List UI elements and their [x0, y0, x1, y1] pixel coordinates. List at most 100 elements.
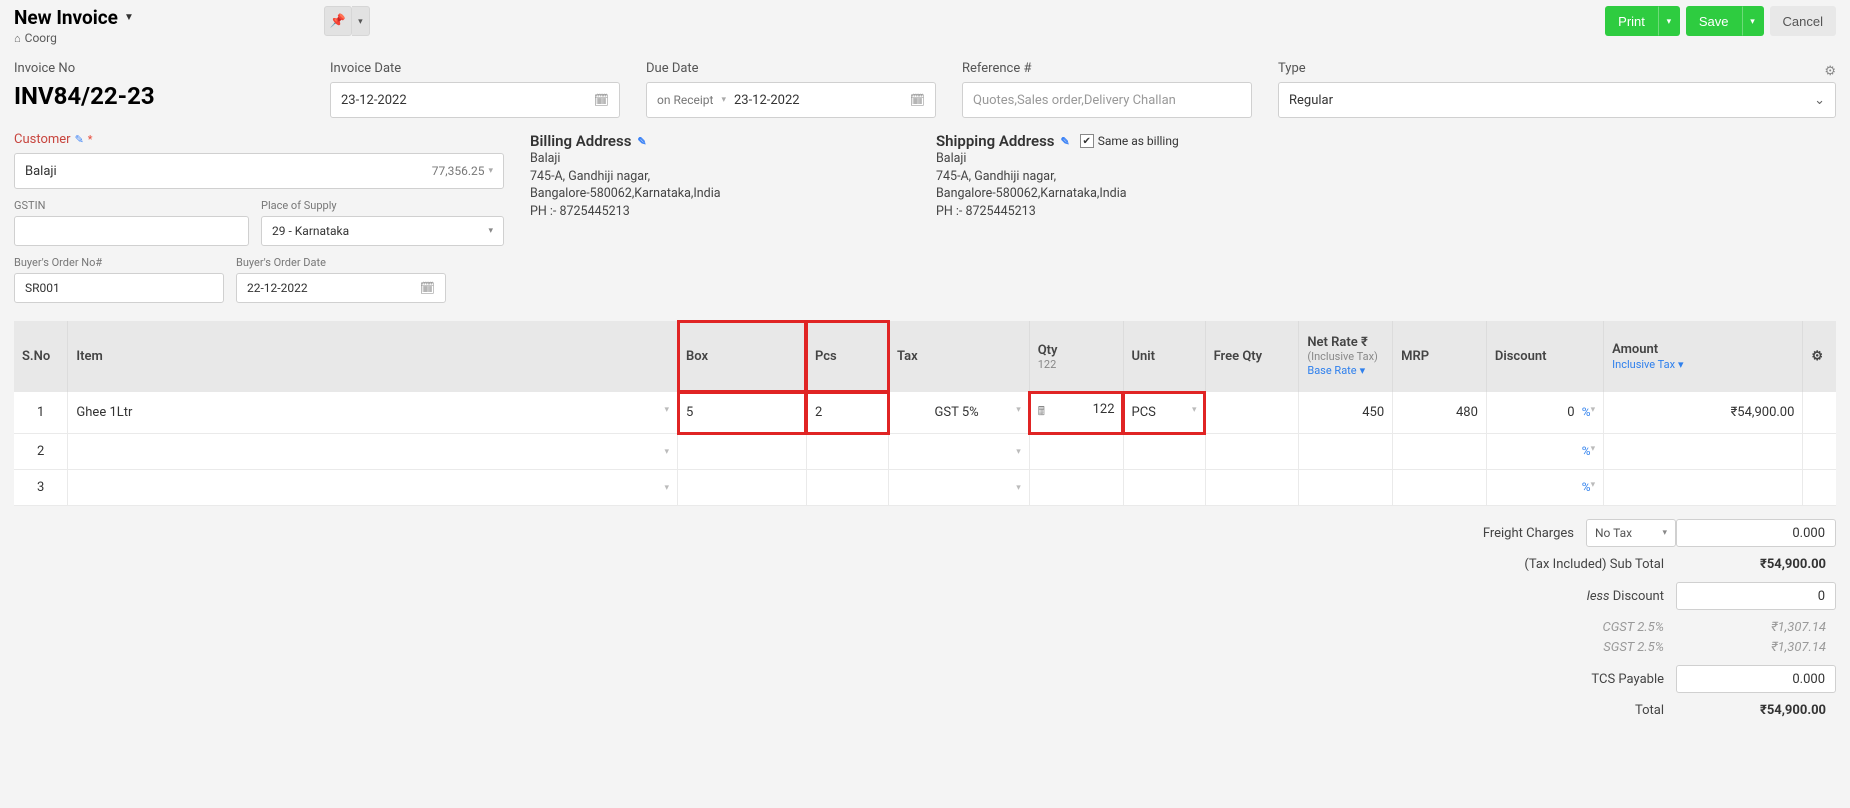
customer-input[interactable]: Balaji 77,356.25 ▾ [14, 153, 504, 189]
cell-box[interactable] [678, 470, 807, 506]
freight-tax-select[interactable]: No Tax ▾ [1586, 519, 1676, 547]
calculator-icon: 🖩 [1038, 402, 1045, 423]
chevron-down-icon: ▾ [1360, 364, 1366, 377]
cell-qty[interactable] [1029, 434, 1123, 470]
shipping-name: Balaji [936, 150, 1336, 168]
amount-mode-link[interactable]: Inclusive Tax ▾ [1612, 358, 1683, 371]
col-box: Box [678, 321, 807, 392]
buyer-order-date-value: 22-12-2022 [247, 281, 308, 295]
base-rate-link[interactable]: Base Rate ▾ [1307, 364, 1365, 377]
location-text: Coorg [25, 31, 57, 45]
cell-discount[interactable]: 0 % ▾ [1486, 392, 1603, 434]
table-row: 3 ▾ ▾ % ▾ [14, 470, 1836, 506]
title-dropdown-icon[interactable]: ▼ [124, 12, 134, 23]
chevron-down-icon: ▾ [1016, 405, 1021, 415]
cell-item[interactable]: ▾ [68, 434, 678, 470]
cell-discount[interactable]: % ▾ [1486, 434, 1603, 470]
cell-netrate[interactable]: 450 [1299, 392, 1393, 434]
cell-unit[interactable] [1123, 434, 1205, 470]
shipping-phone: PH :- 8725445213 [936, 203, 1336, 221]
cell-sno: 1 [14, 392, 68, 434]
same-as-billing-checkbox[interactable]: ✔ [1080, 134, 1094, 148]
cell-amount [1604, 434, 1803, 470]
cell-item[interactable]: Ghee 1Ltr ▾ [68, 392, 678, 434]
gstin-input[interactable] [14, 216, 249, 246]
chevron-down-icon: ▾ [1678, 358, 1684, 371]
cell-unit[interactable] [1123, 470, 1205, 506]
cell-mrp[interactable]: 480 [1393, 392, 1487, 434]
pin-button[interactable]: 📌 [324, 6, 352, 36]
cell-actions [1803, 434, 1836, 470]
cell-pcs[interactable]: 2 [806, 392, 888, 434]
shipping-line1: 745-A, Gandhiji nagar, [936, 168, 1336, 186]
print-button[interactable]: Print [1605, 6, 1658, 36]
gstin-label: GSTIN [14, 199, 249, 212]
discount-label: less Discount [1386, 589, 1676, 604]
cell-unit[interactable]: PCS ▾ [1123, 392, 1205, 434]
type-value: Regular [1289, 93, 1333, 108]
shipping-line2: Bangalore-580062,Karnataka,India [936, 185, 1336, 203]
billing-phone: PH :- 8725445213 [530, 203, 910, 221]
chevron-down-icon: ▾ [721, 95, 726, 105]
col-discount: Discount [1486, 321, 1603, 392]
subtotal-value: ₹54,900.00 [1676, 557, 1836, 572]
cell-pcs[interactable] [806, 470, 888, 506]
cell-freeqty[interactable] [1205, 392, 1299, 434]
cell-tax[interactable]: GST 5% ▾ [889, 392, 1030, 434]
pos-select[interactable]: 29 - Karnataka ▾ [261, 216, 504, 246]
type-select[interactable]: Regular ⌄ [1278, 82, 1836, 118]
cell-tax[interactable]: ▾ [889, 470, 1030, 506]
discount-value-input[interactable]: 0 [1676, 582, 1836, 610]
cell-freeqty[interactable] [1205, 434, 1299, 470]
cell-netrate[interactable] [1299, 434, 1393, 470]
pencil-icon[interactable]: ✎ [75, 133, 84, 146]
billing-address-title: Billing Address ✎ [530, 132, 910, 150]
pin-dropdown-button[interactable]: ▾ [352, 6, 370, 36]
col-pcs: Pcs [806, 321, 888, 392]
cell-discount[interactable]: % ▾ [1486, 470, 1603, 506]
cell-sno: 2 [14, 434, 68, 470]
cell-tax[interactable]: ▾ [889, 434, 1030, 470]
shipping-address-title: Shipping Address ✎ [936, 132, 1070, 150]
page-header: New Invoice ▼ ⌂ Coorg 📌 ▾ Print ▾ Save ▾… [0, 0, 1850, 47]
freight-value-input[interactable]: 0.000 [1676, 519, 1836, 547]
buyer-order-date-input[interactable]: 22-12-2022 🗓 [236, 273, 446, 303]
cell-box[interactable]: 5 [678, 392, 807, 434]
invoice-date-input[interactable]: 23-12-2022 🗓 [330, 82, 620, 118]
invoice-form: Invoice No INV84/22-23 Invoice Date 23-1… [0, 47, 1850, 311]
cell-item[interactable]: ▾ [68, 470, 678, 506]
cancel-button[interactable]: Cancel [1770, 6, 1836, 36]
customer-balance: 77,356.25 [432, 164, 485, 178]
due-date-input[interactable]: on Receipt ▾ 23-12-2022 🗓 [646, 82, 936, 118]
cell-pcs[interactable] [806, 434, 888, 470]
due-date-mode: on Receipt [657, 93, 713, 107]
reference-placeholder: Quotes,Sales order,Delivery Challan [973, 93, 1176, 108]
save-button[interactable]: Save [1686, 6, 1742, 36]
cgst-value: ₹1,307.14 [1676, 620, 1836, 635]
edit-billing-icon[interactable]: ✎ [637, 135, 646, 148]
cell-netrate[interactable] [1299, 470, 1393, 506]
cell-freeqty[interactable] [1205, 470, 1299, 506]
col-qty: Qty 122 [1029, 321, 1123, 392]
tcs-value-input[interactable]: 0.000 [1676, 665, 1836, 693]
pos-value: 29 - Karnataka [272, 224, 349, 238]
location-breadcrumb[interactable]: ⌂ Coorg [14, 31, 134, 45]
edit-shipping-icon[interactable]: ✎ [1061, 135, 1070, 148]
cell-box[interactable] [678, 434, 807, 470]
type-gear-icon[interactable]: ⚙ [1824, 64, 1836, 79]
cell-mrp[interactable] [1393, 434, 1487, 470]
col-gear[interactable]: ⚙ [1803, 321, 1836, 392]
due-date-value: 23-12-2022 [734, 93, 800, 108]
col-freeqty: Free Qty [1205, 321, 1299, 392]
cell-qty[interactable]: 🖩 122 [1029, 392, 1123, 434]
cell-mrp[interactable] [1393, 470, 1487, 506]
billing-line2: Bangalore-580062,Karnataka,India [530, 185, 910, 203]
subtotal-label: (Tax Included) Sub Total [1386, 557, 1676, 572]
buyer-order-no-input[interactable]: SR001 [14, 273, 224, 303]
cell-qty[interactable] [1029, 470, 1123, 506]
print-dropdown-button[interactable]: ▾ [1658, 6, 1680, 36]
billing-line1: 745-A, Gandhiji nagar, [530, 168, 910, 186]
reference-input[interactable]: Quotes,Sales order,Delivery Challan [962, 82, 1252, 118]
col-unit: Unit [1123, 321, 1205, 392]
save-dropdown-button[interactable]: ▾ [1742, 6, 1764, 36]
